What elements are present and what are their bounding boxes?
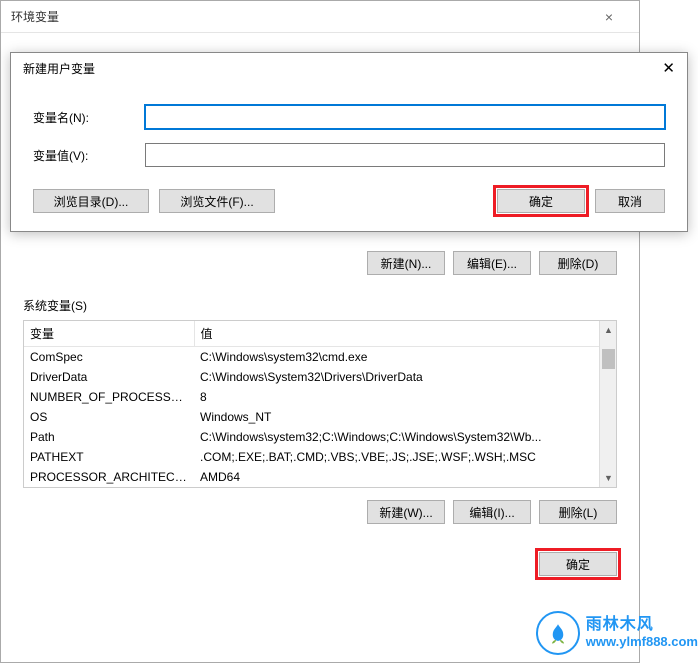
table-row[interactable]: NUMBER_OF_PROCESSORS8 (24, 387, 616, 407)
user-new-button[interactable]: 新建(N)... (367, 251, 445, 275)
parent-dialog-buttons: 确定 (23, 552, 617, 576)
browse-directory-button[interactable]: 浏览目录(D)... (33, 189, 149, 213)
watermark-brand-name: 雨林木风 (586, 616, 698, 634)
table-row[interactable]: DriverDataC:\Windows\System32\Drivers\Dr… (24, 367, 616, 387)
modal-ok-button[interactable]: 确定 (497, 189, 585, 213)
table-row[interactable]: PathC:\Windows\system32;C:\Windows;C:\Wi… (24, 427, 616, 447)
col-header-value[interactable]: 值 (194, 321, 616, 347)
new-user-variable-dialog: 新建用户变量 ✕ 变量名(N): 变量值(V): 浏览目录(D)... 浏览文件… (10, 52, 688, 232)
table-row[interactable]: PROCESSOR_ARCHITECT...AMD64 (24, 467, 616, 487)
col-header-variable[interactable]: 变量 (24, 321, 194, 347)
variable-name-input[interactable] (145, 105, 665, 129)
sys-edit-button[interactable]: 编辑(I)... (453, 500, 531, 524)
watermark: 雨林木风 www.ylmf888.com (536, 611, 698, 655)
modal-cancel-button[interactable]: 取消 (595, 189, 665, 213)
parent-title: 环境变量 (11, 8, 59, 25)
browse-file-button[interactable]: 浏览文件(F)... (159, 189, 275, 213)
variable-value-input[interactable] (145, 143, 665, 167)
table-row[interactable]: ComSpecC:\Windows\system32\cmd.exe (24, 347, 616, 368)
system-vars-table[interactable]: 变量 值 ComSpecC:\Windows\system32\cmd.exe … (23, 320, 617, 488)
modal-titlebar: 新建用户变量 ✕ (11, 53, 687, 83)
table-row[interactable]: OSWindows_NT (24, 407, 616, 427)
scrollbar[interactable]: ▲ ▼ (599, 321, 616, 487)
user-delete-button[interactable]: 删除(D) (539, 251, 617, 275)
close-icon[interactable]: ✕ (635, 59, 675, 77)
modal-title: 新建用户变量 (23, 60, 95, 77)
sys-new-button[interactable]: 新建(W)... (367, 500, 445, 524)
system-vars-button-row: 新建(W)... 编辑(I)... 删除(L) (23, 500, 617, 524)
scroll-up-icon[interactable]: ▲ (604, 325, 613, 335)
scroll-down-icon[interactable]: ▼ (604, 473, 613, 483)
variable-name-label: 变量名(N): (33, 109, 135, 126)
sys-delete-button[interactable]: 删除(L) (539, 500, 617, 524)
table-row[interactable]: PATHEXT.COM;.EXE;.BAT;.CMD;.VBS;.VBE;.JS… (24, 447, 616, 467)
close-icon[interactable]: × (589, 9, 629, 25)
scrollbar-thumb[interactable] (602, 349, 615, 369)
user-vars-button-row: 新建(N)... 编辑(E)... 删除(D) (23, 251, 617, 275)
user-edit-button[interactable]: 编辑(E)... (453, 251, 531, 275)
parent-ok-button[interactable]: 确定 (539, 552, 617, 576)
watermark-logo-icon (536, 611, 580, 655)
variable-value-label: 变量值(V): (33, 147, 135, 164)
watermark-url: www.ylmf888.com (586, 635, 698, 650)
system-vars-label: 系统变量(S) (23, 297, 617, 314)
parent-titlebar: 环境变量 × (1, 1, 639, 33)
